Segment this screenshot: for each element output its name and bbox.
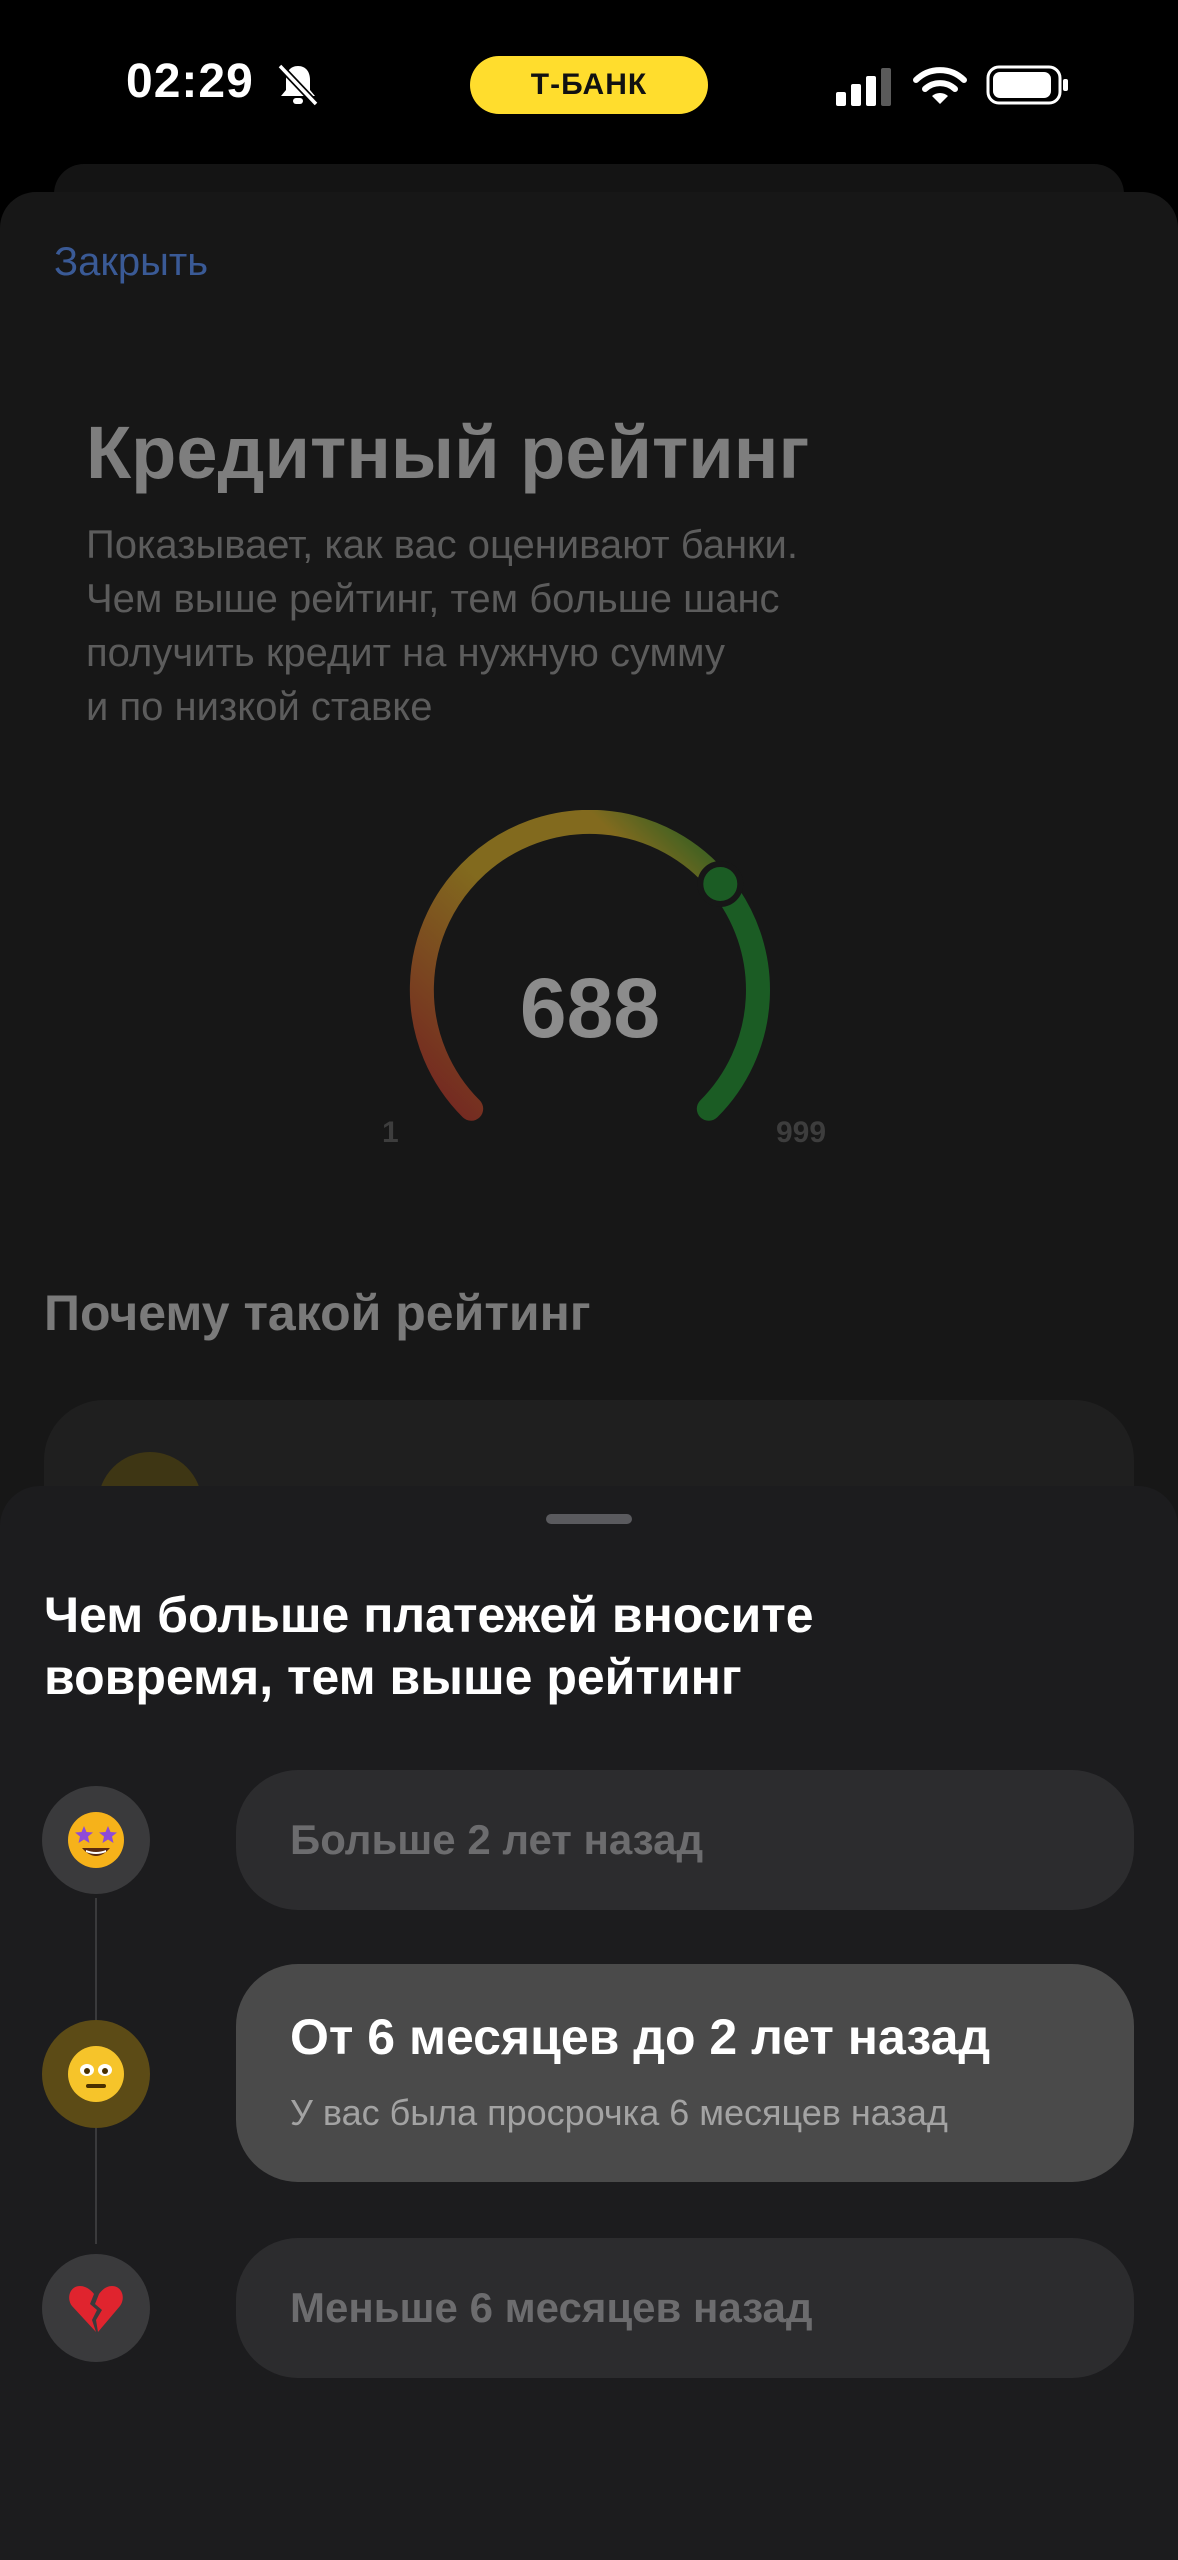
- star-struck-emoji-icon: [68, 1812, 124, 1868]
- option-label: Меньше 6 месяцев назад: [290, 2284, 813, 2331]
- broken-heart-emoji-icon: [69, 2286, 123, 2332]
- option-label: От 6 месяцев до 2 лет назад: [290, 2009, 991, 2065]
- option-less-than-6-months[interactable]: Меньше 6 месяцев назад: [236, 2238, 1134, 2378]
- gauge-knob: [697, 861, 744, 907]
- section-title: Почему такой рейтинг: [44, 1285, 591, 1341]
- timeline-connector: [95, 2128, 97, 2244]
- subtitle-line: Чем выше рейтинг, тем больше шанс: [86, 577, 780, 621]
- option-more-than-2-years[interactable]: Больше 2 лет назад: [236, 1770, 1134, 1910]
- signal-icon: [836, 68, 891, 106]
- close-link[interactable]: Закрыть: [54, 240, 208, 285]
- option-subtext: У вас была просрочка 6 месяцев назад: [290, 2092, 948, 2133]
- neutral-face-emoji-icon: [68, 2046, 124, 2102]
- page-title: Кредитный рейтинг: [86, 411, 810, 494]
- sheet-title-line: вовремя, тем выше рейтинг: [44, 1649, 742, 1705]
- rating-score: 688: [519, 961, 661, 1055]
- timeline-connector: [95, 1898, 97, 2026]
- page-subtitle: Показывает, как вас оценивают банки. Чем…: [86, 518, 1086, 734]
- battery-icon: [986, 65, 1068, 105]
- option-label: Больше 2 лет назад: [290, 1816, 704, 1863]
- status-time: 02:29: [126, 55, 254, 108]
- bell-slash-icon: [277, 63, 319, 107]
- status-bar: 02:29 T‑БАНК: [0, 0, 1178, 170]
- option-6-months-to-2-years[interactable]: От 6 месяцев до 2 лет назад У вас была п…: [236, 1964, 1134, 2182]
- gauge-min-label: 1: [382, 1116, 399, 1149]
- timeline-icon: [42, 2020, 150, 2128]
- subtitle-line: Показывает, как вас оценивают банки.: [86, 523, 799, 567]
- gauge-max-label: 999: [776, 1116, 827, 1149]
- subtitle-line: получить кредит на нужную сумму: [86, 631, 726, 675]
- timeline-icon: [42, 2254, 150, 2362]
- wifi-icon: [913, 67, 967, 104]
- carrier-pill: T‑БАНК: [470, 56, 708, 114]
- sheet-title: Чем больше платежей вносите вовремя, тем…: [44, 1584, 1124, 1708]
- timeline-icon: [42, 1786, 150, 1894]
- sheet-drag-handle[interactable]: [546, 1514, 632, 1524]
- sheet-title-line: Чем больше платежей вносите: [44, 1587, 814, 1643]
- subtitle-line: и по низкой ставке: [86, 685, 433, 729]
